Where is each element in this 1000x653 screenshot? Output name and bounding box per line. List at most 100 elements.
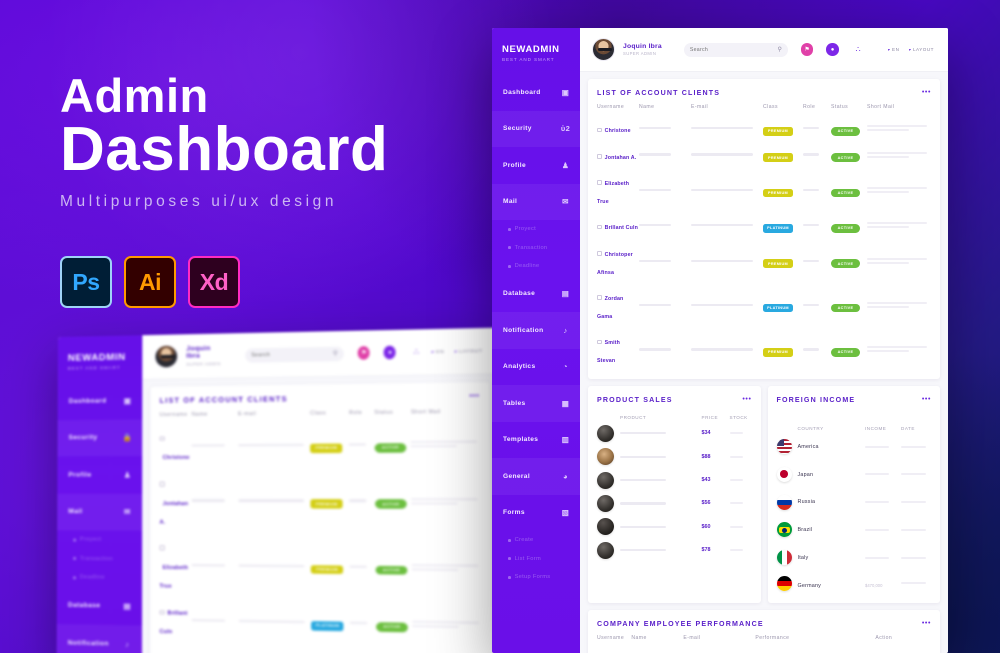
table-row[interactable]: Smith Stevan PREMIUM ACTIVE <box>597 327 931 371</box>
column-header: Username <box>159 411 188 419</box>
country-name: America <box>797 443 819 450</box>
row-checkbox[interactable] <box>159 481 165 487</box>
share-icon[interactable]: ∴ <box>851 43 865 56</box>
mock2-sidebar: NEWADMIN BEST AND SMART Dashboard ▣ Secu… <box>56 335 143 653</box>
table-row[interactable]: Elizabeth True PREMIUM ACTIVE <box>160 533 482 602</box>
search-icon[interactable]: ⚲ <box>777 46 781 53</box>
table-row[interactable]: Jontahan A. PREMIUM ACTIVE <box>160 468 482 535</box>
table-row[interactable]: Christone PREMIUM ACTIVE <box>597 115 931 141</box>
row-checkbox[interactable] <box>159 609 165 615</box>
client-username: Brillant Culn <box>604 225 639 232</box>
product-row[interactable]: $78 <box>597 539 752 562</box>
table-icon: ▦ <box>561 398 570 408</box>
sidebar-subitem[interactable]: Transaction <box>492 239 580 258</box>
performance-title: COMPANY EMPLOYEE PERFORMANCE <box>597 620 764 629</box>
bell-icon[interactable]: ● <box>826 43 839 56</box>
lock-icon: 🔒 <box>122 432 133 443</box>
search-input[interactable] <box>689 46 778 53</box>
row-checkbox[interactable] <box>597 339 602 345</box>
language-dropdown[interactable]: ▾ EN <box>888 47 900 52</box>
sidebar-item-forms[interactable]: Forms ▧ <box>492 495 580 532</box>
column-header: Class <box>763 104 778 110</box>
country-row[interactable]: Japan <box>776 460 932 488</box>
product-price: $43 <box>701 477 711 484</box>
table-row[interactable]: Brillant Culn PLATINUM ACTIVE <box>597 212 931 238</box>
status-badge: ACTIVE <box>376 622 408 633</box>
class-badge: PLATINUM <box>763 303 793 313</box>
panel-menu-button[interactable]: ••• <box>922 396 931 403</box>
bookmark-icon[interactable]: ⚑ <box>800 43 814 56</box>
country-row[interactable]: Italy <box>776 544 932 572</box>
sidebar-item-label: Dashboard <box>503 88 541 96</box>
table-row[interactable]: Elizabeth True PREMIUM ACTIVE <box>597 168 931 212</box>
sidebar-subitem[interactable]: List Form <box>492 550 580 569</box>
status-badge: ACTIVE <box>831 303 860 313</box>
sidebar-subitem[interactable]: Create <box>492 531 580 550</box>
search-box[interactable]: ⚲ <box>683 42 788 57</box>
bell-icon: ● <box>383 345 397 360</box>
layout-dropdown[interactable]: ▾ LAYOUT <box>908 47 934 52</box>
sidebar-item-mail[interactable]: Mail ✉ <box>492 183 580 220</box>
sidebar-item-notification[interactable]: Notification ♪ <box>492 312 580 349</box>
column-header: E-mail <box>691 104 709 110</box>
row-checkbox[interactable] <box>597 153 602 159</box>
product-row[interactable]: $34 <box>597 422 752 445</box>
row-checkbox[interactable] <box>597 295 602 301</box>
sidebar-subitem[interactable]: Proyect <box>492 220 580 239</box>
row-checkbox[interactable] <box>597 251 602 256</box>
country-row[interactable]: Russia <box>776 488 932 516</box>
country-row[interactable]: Brazil <box>776 516 932 544</box>
user-block[interactable]: Joquin Ibra SUPER ADMIN <box>623 43 662 57</box>
class-badge: PREMIUM <box>763 348 793 357</box>
panel-menu-button[interactable]: ••• <box>922 89 931 96</box>
row-checkbox[interactable] <box>597 224 602 230</box>
mock2-nav-notification: Notification ♪ <box>56 623 143 653</box>
product-row[interactable]: $60 <box>597 515 752 538</box>
product-row[interactable]: $56 <box>597 492 752 515</box>
sidebar-subitem[interactable]: Setup Forms <box>492 568 580 587</box>
class-badge: PREMIUM <box>763 259 793 269</box>
sidebar-item-label: Database <box>503 290 536 298</box>
hero-subtitle: Multipurposes ui/ux design <box>60 193 338 211</box>
row-checkbox[interactable] <box>159 436 165 441</box>
product-thumbnail <box>597 471 614 489</box>
sidebar-item-database[interactable]: Database ▤ <box>492 276 580 313</box>
table-row[interactable]: Jontahan A. PREMIUM ACTIVE <box>597 141 931 167</box>
table-row[interactable]: Brillant Culn PLATINUM ACTIVE <box>160 597 483 649</box>
sidebar-item-dashboard[interactable]: Dashboard ▣ <box>492 74 580 111</box>
table-row[interactable]: Christone PREMIUM ACTIVE <box>159 420 481 468</box>
bell-icon: ♪ <box>563 325 568 335</box>
sidebar-item-profile[interactable]: Profile ♟ <box>492 147 580 184</box>
product-thumbnail <box>597 541 614 559</box>
table-row[interactable]: Zordan Gama PLATINUM ACTIVE <box>597 283 931 327</box>
sidebar-item-label: Security <box>503 125 532 133</box>
row-checkbox[interactable] <box>597 180 602 185</box>
column-header: Class <box>310 410 327 417</box>
class-badge: PREMIUM <box>310 499 343 509</box>
product-row[interactable]: $43 <box>597 468 752 491</box>
flag-icon <box>776 439 792 455</box>
table-row[interactable]: CamellineEDITSEE <box>597 646 931 653</box>
row-checkbox[interactable] <box>159 545 165 551</box>
sidebar-item-templates[interactable]: Templates ▥ <box>492 422 580 459</box>
product-row[interactable]: $88 <box>597 445 752 468</box>
layout-label: LAYOUT <box>912 47 934 52</box>
country-name: Brazil <box>797 527 813 534</box>
sidebar-item-tables[interactable]: Tables ▦ <box>492 385 580 422</box>
country-row[interactable]: America <box>776 433 932 461</box>
column-header: Name <box>191 411 208 418</box>
clients-table: Username Name E-mail Class Role Status Short M… <box>597 97 931 372</box>
row-checkbox[interactable] <box>597 127 602 133</box>
panel-menu-button[interactable]: ••• <box>922 620 931 627</box>
country-row[interactable]: Germany $470,000 <box>776 572 932 596</box>
sidebar-subitem[interactable]: Deadline <box>492 257 580 276</box>
country-sub <box>798 454 860 458</box>
panel-menu-button[interactable]: ••• <box>742 396 751 403</box>
sidebar-item-security[interactable]: Security ὑ2 <box>492 110 580 147</box>
bookmark-icon: ⚑ <box>357 346 370 360</box>
status-badge: ACTIVE <box>831 188 860 198</box>
sidebar-item-general[interactable]: General ◕ <box>492 458 580 495</box>
sidebar-item-analytics[interactable]: Analytics ◔ <box>492 349 580 386</box>
table-row[interactable]: Christoper Afinsa PREMIUM ACTIVE <box>597 239 931 283</box>
foreign-income-header: COUNTRY INCOME DATE <box>797 425 915 431</box>
